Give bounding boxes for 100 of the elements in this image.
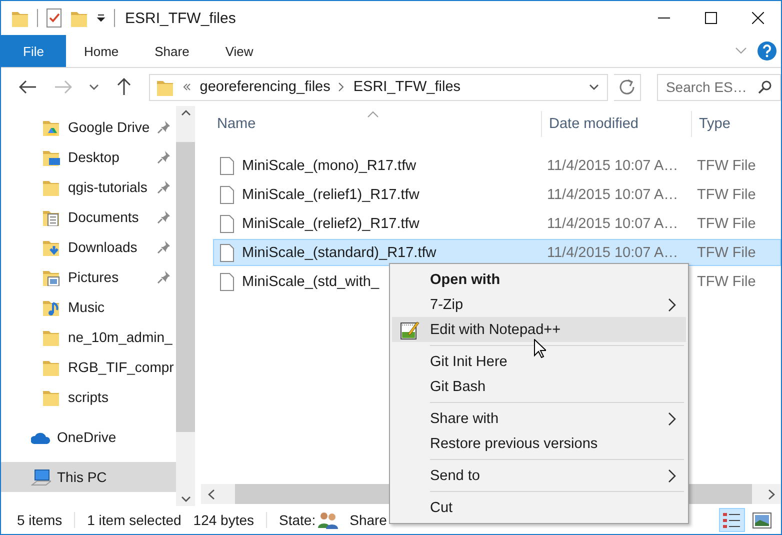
file-date: 11/4/2015 10:07 A… [547, 216, 678, 232]
file-icon [220, 214, 234, 232]
pictures-folder-icon [42, 268, 62, 286]
sidebar-item[interactable]: Documents [1, 202, 176, 232]
notepad-icon [400, 320, 420, 340]
menu-item[interactable]: Send to [392, 463, 686, 488]
pin-icon[interactable] [157, 270, 171, 284]
sidebar-item[interactable]: RGB_TIF_compr [1, 352, 176, 382]
pin-icon[interactable] [157, 210, 171, 224]
sidebar-item[interactable]: Desktop [1, 142, 176, 172]
folder-icon [11, 9, 29, 27]
file-icon [220, 272, 234, 290]
sidebar-item[interactable]: Downloads [1, 232, 176, 262]
scrollbar[interactable] [176, 106, 195, 506]
folder-icon [42, 388, 62, 406]
chevron-icon [338, 82, 346, 92]
properties-icon[interactable] [46, 8, 62, 28]
file-name: MiniScale_(relief2)_R17.tfw [242, 216, 420, 232]
column-header[interactable]: Date modified [541, 111, 691, 137]
refresh-icon [618, 79, 635, 95]
column-header[interactable]: Name [201, 111, 541, 137]
refresh-button[interactable] [614, 74, 641, 100]
menu-item[interactable]: 7-Zip [392, 292, 686, 317]
sidebar-item[interactable]: scripts [1, 382, 176, 412]
file-name: MiniScale_(standard)_R17.tfw [242, 244, 436, 260]
dropdown-icon[interactable] [96, 14, 106, 22]
overflow-chevron-icon[interactable] [182, 82, 192, 92]
file-type: TFW File [697, 274, 756, 290]
pin-icon[interactable] [157, 120, 171, 134]
search-icon [758, 80, 772, 94]
file-name: MiniScale_(relief1)_R17.tfw [242, 186, 420, 202]
file-type: TFW File [697, 216, 756, 232]
menu-item[interactable]: Restore previous versions [392, 431, 686, 456]
scroll-up-icon[interactable] [180, 110, 190, 116]
menu-item[interactable]: Git Init Here [392, 349, 686, 374]
file-row[interactable]: MiniScale_(mono)_R17.tfw 11/4/2015 10:07 A… TFW File [213, 152, 781, 179]
google-drive-folder-icon [42, 118, 62, 136]
file-name: MiniScale_(std_with_ [242, 274, 380, 290]
file-date: 11/4/2015 10:07 A… [547, 186, 678, 202]
sort-caret-icon [367, 111, 379, 118]
address-bar[interactable]: georeferencing_files ESRI_TFW_files [148, 74, 608, 100]
details-view-button[interactable] [719, 508, 745, 532]
item-count: 5 items [17, 512, 62, 528]
menu-item[interactable]: Share with [392, 406, 686, 431]
people-icon [318, 511, 338, 529]
ribbon-tab[interactable]: File [1, 35, 66, 67]
file-date: 11/4/2015 10:07 A… [547, 244, 678, 260]
computer-icon [31, 468, 51, 486]
column-header[interactable]: Type [691, 111, 781, 137]
sidebar-item[interactable]: Pictures [1, 262, 176, 292]
breadcrumb[interactable]: georeferencing_files [200, 79, 330, 95]
menu-item[interactable]: Open with [392, 267, 686, 292]
menu-item[interactable]: Git Bash [392, 374, 686, 399]
state-label: State: [279, 512, 316, 528]
new-folder-icon [70, 9, 88, 27]
forward-arrow-icon [54, 80, 72, 94]
sidebar-item[interactable]: OneDrive [1, 422, 176, 452]
ribbon-tab[interactable]: View [207, 35, 272, 67]
menu-item[interactable]: Edit with Notepad++ [392, 317, 686, 342]
scroll-right-icon[interactable] [768, 488, 775, 500]
downloads-folder-icon [42, 238, 62, 256]
cursor-icon [534, 339, 546, 358]
sidebar-item[interactable]: Google Drive [1, 112, 176, 142]
music-folder-icon [42, 298, 62, 316]
ribbon-tab[interactable]: Share [136, 35, 208, 67]
sidebar-item[interactable]: This PC [1, 462, 176, 492]
help-icon[interactable] [757, 41, 777, 61]
sidebar-item[interactable]: ne_10m_admin_ [1, 322, 176, 352]
folder-icon [156, 78, 174, 96]
desktop-folder-icon [42, 148, 62, 166]
pin-icon[interactable] [157, 240, 171, 254]
file-type: TFW File [697, 158, 756, 174]
close-icon [752, 12, 764, 24]
dropdown-icon[interactable] [588, 84, 599, 90]
scroll-left-icon[interactable] [208, 488, 215, 500]
documents-folder-icon [42, 208, 62, 226]
up-arrow-icon [117, 78, 132, 96]
file-row[interactable]: MiniScale_(standard)_R17.tfw 11/4/2015 10:07 A… TFW File [213, 239, 781, 266]
pin-icon[interactable] [157, 150, 171, 164]
file-row[interactable]: MiniScale_(relief1)_R17.tfw 11/4/2015 10:07 A… TFW File [213, 181, 781, 208]
pin-icon[interactable] [157, 180, 171, 194]
file-row[interactable]: MiniScale_(relief2)_R17.tfw 11/4/2015 10:07 A… TFW File [213, 210, 781, 237]
sidebar-item[interactable]: Music [1, 292, 176, 322]
breadcrumb[interactable]: ESRI_TFW_files [353, 79, 461, 95]
ribbon-tab[interactable]: Home [66, 35, 137, 67]
scrollbar-thumb[interactable] [176, 142, 195, 432]
back-arrow-icon [18, 80, 37, 94]
sidebar-item[interactable]: qgis-tutorials [1, 172, 176, 202]
expand-ribbon-icon[interactable] [735, 47, 747, 55]
state-value: Share [350, 512, 387, 528]
menu-item[interactable]: Cut [392, 495, 686, 520]
search-field[interactable]: Search ES… [656, 74, 781, 100]
file-type: TFW File [697, 244, 756, 260]
folder-icon [42, 178, 62, 196]
folder-icon [42, 358, 62, 376]
file-date: 11/4/2015 10:07 A… [547, 158, 678, 174]
scroll-down-icon[interactable] [180, 496, 190, 502]
file-icon [220, 244, 234, 262]
window-title: ESRI_TFW_files [125, 10, 236, 26]
file-name: MiniScale_(mono)_R17.tfw [242, 158, 416, 174]
